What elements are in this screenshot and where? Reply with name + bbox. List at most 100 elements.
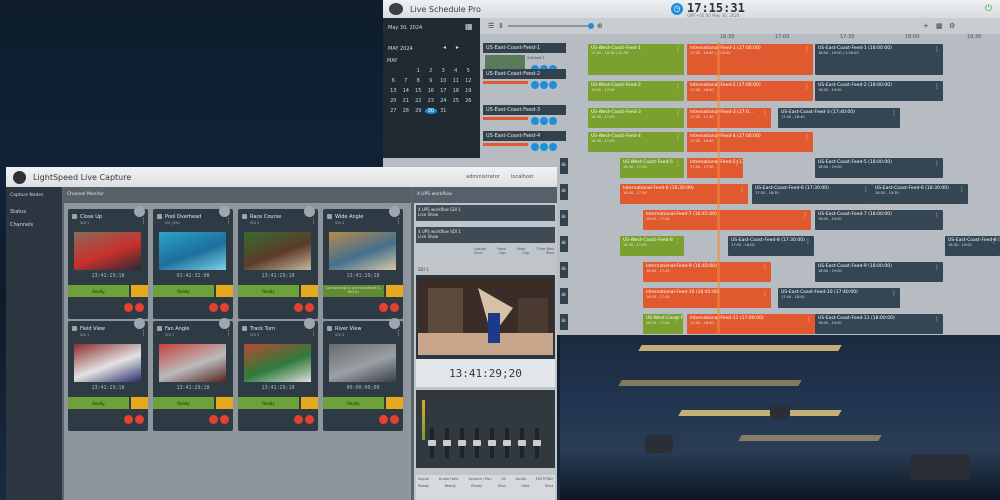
record-icon[interactable] — [531, 117, 539, 125]
schedule-block-menu-icon[interactable]: ⋮ — [802, 212, 808, 219]
schedule-block-menu-icon[interactable]: ⋮ — [934, 83, 940, 90]
grid-icon[interactable]: ▦ — [936, 22, 943, 30]
schedule-block-menu-icon[interactable]: ⋮ — [674, 316, 680, 323]
calendar-day[interactable]: 18 — [450, 88, 463, 94]
calendar-day[interactable]: 4 — [450, 68, 463, 74]
record-button[interactable] — [209, 303, 218, 312]
schedule-block-menu-icon[interactable]: ⋮ — [891, 110, 897, 117]
schedule-block[interactable]: US-East-Coast-Feed-2 (18:00:00) 18:00 - 1… — [815, 81, 943, 101]
tools-button[interactable] — [135, 303, 144, 312]
schedule-block[interactable]: US-West-Coast-Feed-2 16:30 - 17:00 ⋮ — [588, 81, 684, 101]
channel-card[interactable]: Field View SDI 1 ⋮ 13:41:29;18 Ready — [68, 318, 148, 431]
card-menu-icon[interactable]: ⋮ — [140, 217, 147, 225]
record-button[interactable] — [379, 415, 388, 424]
schedule-block-menu-icon[interactable]: ⋮ — [762, 290, 768, 297]
channel-card[interactable]: River View SDI 4 ⋮ 00:00:00;00 Ready — [323, 318, 403, 431]
schedule-block-menu-icon[interactable]: ⋮ — [675, 46, 681, 53]
calendar-day[interactable]: 19 — [462, 88, 475, 94]
calendar-grid[interactable]: MAY 1 2 3 4 5 6 7 8 9 10 11 12 13 14 15 16 17 18 19 20 21 22 23… — [387, 58, 475, 114]
card-menu-icon[interactable]: ⋮ — [225, 329, 232, 337]
schedule-block-menu-icon[interactable]: ⋮ — [734, 160, 740, 167]
calendar-day[interactable]: 1 — [412, 68, 425, 74]
calendar-day[interactable]: 26 — [462, 98, 475, 104]
schedule-block[interactable]: US-East-Coast-Feed-9 (18:00:00) 18:00 - 1… — [815, 262, 943, 282]
schedule-block-menu-icon[interactable]: ⋮ — [934, 212, 940, 219]
schedule-block[interactable]: International-Feed-9 (16:45:00) 16:45 - 1… — [643, 262, 771, 282]
schedule-block-menu-icon[interactable]: ⋮ — [934, 46, 940, 53]
channel-name[interactable]: US-East-Coast-Feed-2 — [483, 69, 566, 79]
schedule-block[interactable]: International-Feed-4 (17:00:00) 17:00 - 1… — [687, 132, 813, 152]
tools-button[interactable] — [390, 415, 399, 424]
channel-card[interactable]: Race Course SDI 3 ⋮ 13:41:29;18 Ready — [238, 206, 318, 319]
record-icon[interactable] — [531, 143, 539, 151]
fader-knob[interactable] — [533, 440, 541, 446]
schedule-block[interactable]: US-East-Coast-Feed-6 (18:30:00) 18:30 - 1… — [872, 184, 968, 204]
zoom-slider[interactable] — [508, 23, 594, 29]
channel-menu-icon[interactable]: ≡ — [561, 265, 566, 272]
schedule-block-menu-icon[interactable]: ⋮ — [991, 238, 997, 245]
fader-knob[interactable] — [503, 440, 511, 446]
record-button[interactable] — [124, 303, 133, 312]
schedule-block-menu-icon[interactable]: ⋮ — [959, 186, 965, 193]
card-close-icon[interactable] — [134, 318, 145, 329]
schedule-block[interactable]: US-West-Coast-Feed-4 16:30 - 17:00 ⋮ — [588, 132, 684, 152]
sidebar-item-status[interactable]: Status — [10, 209, 26, 215]
card-menu-icon[interactable]: ⋮ — [395, 217, 402, 225]
schedule-block[interactable]: US-East-Coast-Feed-11 (18:00:00) 18:00 - … — [815, 314, 943, 334]
add-icon[interactable]: + — [923, 22, 929, 30]
schedule-block-menu-icon[interactable]: ⋮ — [762, 110, 768, 117]
calendar-day[interactable]: 25 — [450, 98, 463, 104]
schedule-block-menu-icon[interactable]: ⋮ — [934, 264, 940, 271]
settings-icon[interactable] — [540, 117, 548, 125]
sidebar-item-channels[interactable]: Channels — [10, 222, 33, 228]
schedule-block[interactable]: US-East-Coast-Feed-7 (18:00:00) 18:00 - 1… — [815, 210, 943, 230]
calendar-icon[interactable]: ▦ — [465, 22, 473, 31]
fader-knob[interactable] — [488, 440, 496, 446]
workflow-row[interactable]: 4 UPS workflow SDI 1 Live Show — [416, 227, 555, 243]
card-close-icon[interactable] — [389, 206, 400, 217]
settings-icon[interactable]: ⚙ — [949, 22, 955, 30]
channel-menu-icon[interactable]: ≡ — [561, 239, 566, 246]
card-close-icon[interactable] — [134, 206, 145, 217]
calendar-day[interactable]: 23 — [425, 98, 438, 104]
zoom-in-icon[interactable]: ⊕ — [597, 22, 603, 30]
user-menu[interactable]: administrator — [466, 174, 500, 180]
workflow-row[interactable]: 4 UPS workflow SDI 1 Live Show — [416, 205, 555, 221]
card-menu-icon[interactable]: ⋮ — [140, 329, 147, 337]
schedule-block-menu-icon[interactable]: ⋮ — [863, 186, 869, 193]
calendar-day[interactable]: 3 — [437, 68, 450, 74]
channel-row[interactable]: US-East-Coast-Feed-4 — [483, 131, 566, 153]
schedule-block[interactable]: International-Feed-1 (17:00:00) 17:00 - 1… — [687, 44, 813, 75]
calendar-day[interactable]: 8 — [412, 78, 425, 84]
calendar-day[interactable]: 16 — [425, 88, 438, 94]
calendar-day[interactable]: 24 — [437, 98, 450, 104]
stop-icon[interactable] — [549, 117, 557, 125]
calendar-day[interactable]: 9 — [425, 78, 438, 84]
channel-card[interactable]: Fan Angle SDI 2 ⋮ 13:41:29;18 Ready — [153, 318, 233, 431]
card-menu-icon[interactable]: ⋮ — [395, 329, 402, 337]
card-menu-icon[interactable]: ⋮ — [310, 329, 317, 337]
card-close-icon[interactable] — [219, 206, 230, 217]
channel-name[interactable]: US-East-Coast-Feed-1 — [483, 43, 566, 53]
calendar-day[interactable]: 29 — [412, 108, 425, 114]
calendar-day[interactable]: 5 — [462, 68, 475, 74]
fader-knob[interactable] — [473, 440, 481, 446]
tools-button[interactable] — [305, 415, 314, 424]
schedule-block-menu-icon[interactable]: ⋮ — [675, 134, 681, 141]
schedule-block-menu-icon[interactable]: ⋮ — [675, 238, 681, 245]
schedule-block[interactable]: International-Feed-5 (17:00:00)17:00 - 1… — [687, 158, 743, 178]
calendar-day[interactable]: 7 — [400, 78, 413, 84]
schedule-block-menu-icon[interactable]: ⋮ — [739, 186, 745, 193]
schedule-block[interactable]: US-East-Coast-Feed-8 (17:30:00) 17:30 - 1… — [728, 236, 814, 256]
schedule-block-menu-icon[interactable]: ⋮ — [804, 134, 810, 141]
tools-button[interactable] — [390, 303, 399, 312]
calendar-day[interactable]: 11 — [450, 78, 463, 84]
calendar-day[interactable]: 27 — [387, 108, 400, 114]
card-close-icon[interactable] — [219, 318, 230, 329]
tools-button[interactable] — [220, 415, 229, 424]
tools-button[interactable] — [305, 303, 314, 312]
channel-row[interactable]: US-East-Coast-Feed-3 — [483, 105, 566, 127]
schedule-block-menu-icon[interactable]: ⋮ — [891, 290, 897, 297]
card-close-icon[interactable] — [304, 318, 315, 329]
schedule-block-menu-icon[interactable]: ⋮ — [934, 316, 940, 323]
